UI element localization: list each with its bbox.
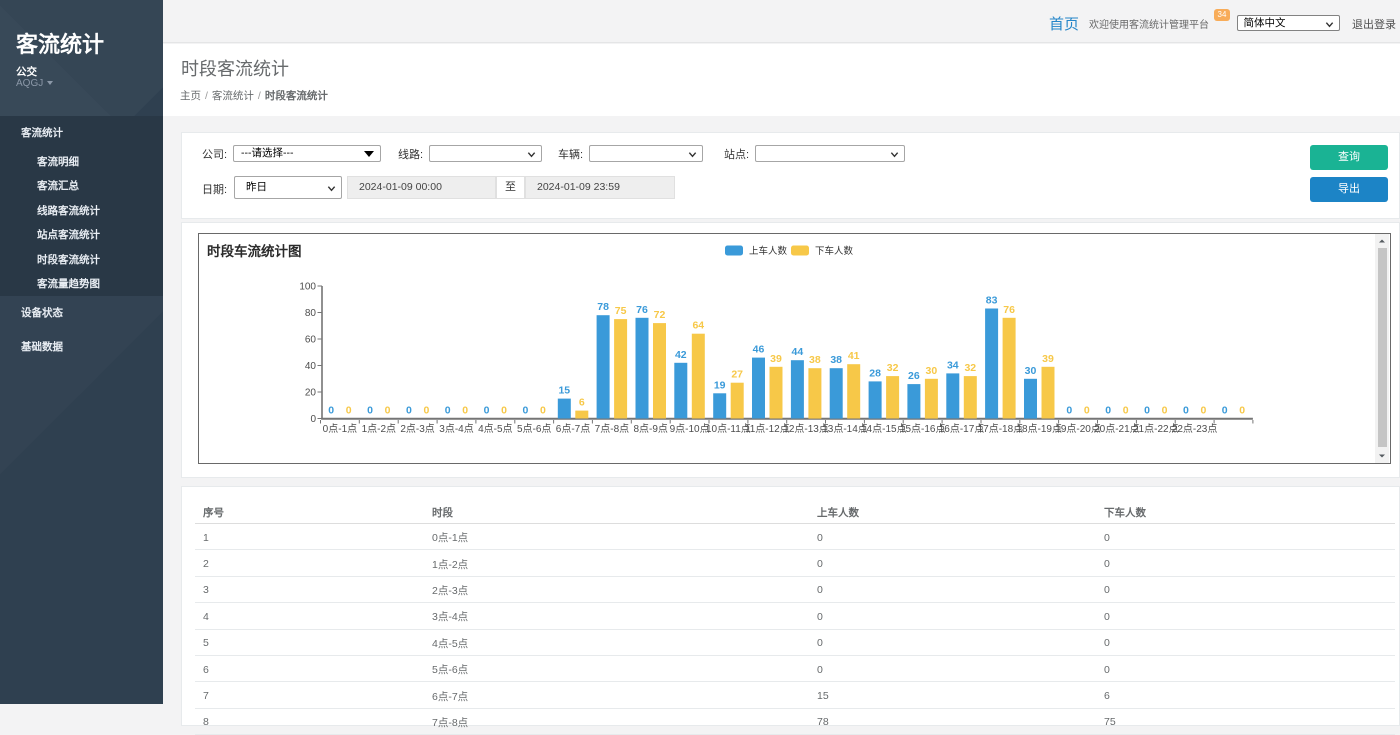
svg-text:9点-10点: 9点-10点 <box>670 423 710 435</box>
svg-text:0: 0 <box>310 414 316 425</box>
svg-text:60: 60 <box>305 334 317 345</box>
svg-text:64: 64 <box>692 319 704 331</box>
svg-text:8点-9点: 8点-9点 <box>633 423 667 435</box>
svg-text:上车人数: 上车人数 <box>749 245 788 257</box>
svg-text:40: 40 <box>305 361 317 372</box>
svg-text:0: 0 <box>328 404 334 416</box>
svg-text:39: 39 <box>770 352 782 364</box>
svg-text:0: 0 <box>1200 404 1206 416</box>
svg-text:34: 34 <box>947 359 959 371</box>
svg-text:80: 80 <box>305 308 317 319</box>
svg-text:0: 0 <box>1144 404 1150 416</box>
svg-text:0: 0 <box>1239 404 1245 416</box>
svg-text:30: 30 <box>1025 364 1037 376</box>
svg-text:0: 0 <box>1162 404 1168 416</box>
svg-text:0: 0 <box>1084 404 1090 416</box>
svg-text:22点-23点: 22点-23点 <box>1172 423 1218 435</box>
svg-text:1点-2点: 1点-2点 <box>362 423 396 435</box>
svg-text:3点-4点: 3点-4点 <box>439 423 473 435</box>
svg-text:0: 0 <box>406 404 412 416</box>
svg-text:41: 41 <box>848 350 860 362</box>
svg-text:26: 26 <box>908 370 920 382</box>
svg-text:32: 32 <box>887 362 899 374</box>
svg-text:75: 75 <box>615 305 627 317</box>
svg-text:0: 0 <box>484 404 490 416</box>
svg-text:6点-7点: 6点-7点 <box>556 423 590 435</box>
svg-text:46: 46 <box>753 343 765 355</box>
svg-text:0: 0 <box>540 404 546 416</box>
svg-text:28: 28 <box>869 367 881 379</box>
svg-text:19: 19 <box>714 379 726 391</box>
svg-text:0: 0 <box>1066 404 1072 416</box>
svg-text:39: 39 <box>1042 352 1054 364</box>
svg-text:2点-3点: 2点-3点 <box>400 423 434 435</box>
svg-text:4点-5点: 4点-5点 <box>478 423 512 435</box>
svg-text:0: 0 <box>346 404 352 416</box>
svg-text:72: 72 <box>654 309 666 321</box>
svg-text:30: 30 <box>926 364 938 376</box>
svg-text:7点-8点: 7点-8点 <box>595 423 629 435</box>
svg-text:6: 6 <box>579 396 585 408</box>
svg-text:0: 0 <box>1123 404 1129 416</box>
svg-text:76: 76 <box>1003 303 1015 315</box>
svg-text:时段车流统计图: 时段车流统计图 <box>207 243 302 259</box>
svg-text:76: 76 <box>636 303 648 315</box>
svg-text:0: 0 <box>1183 404 1189 416</box>
svg-text:0: 0 <box>367 404 373 416</box>
svg-text:78: 78 <box>597 301 609 313</box>
svg-text:0: 0 <box>522 404 528 416</box>
svg-text:44: 44 <box>792 346 804 358</box>
svg-text:20: 20 <box>305 387 317 398</box>
svg-text:下车人数: 下车人数 <box>815 245 854 257</box>
svg-text:15: 15 <box>558 384 570 396</box>
svg-text:38: 38 <box>830 354 842 366</box>
svg-text:38: 38 <box>809 354 821 366</box>
svg-text:0点-1点: 0点-1点 <box>323 423 357 435</box>
svg-text:42: 42 <box>675 348 687 360</box>
svg-text:0: 0 <box>462 404 468 416</box>
svg-text:0: 0 <box>423 404 429 416</box>
svg-text:0: 0 <box>1105 404 1111 416</box>
svg-text:83: 83 <box>986 294 998 306</box>
svg-text:27: 27 <box>731 368 743 380</box>
svg-text:0: 0 <box>385 404 391 416</box>
svg-text:100: 100 <box>299 281 316 292</box>
svg-text:0: 0 <box>445 404 451 416</box>
svg-text:0: 0 <box>501 404 507 416</box>
svg-text:5点-6点: 5点-6点 <box>517 423 551 435</box>
svg-text:32: 32 <box>964 362 976 374</box>
svg-text:0: 0 <box>1222 404 1228 416</box>
